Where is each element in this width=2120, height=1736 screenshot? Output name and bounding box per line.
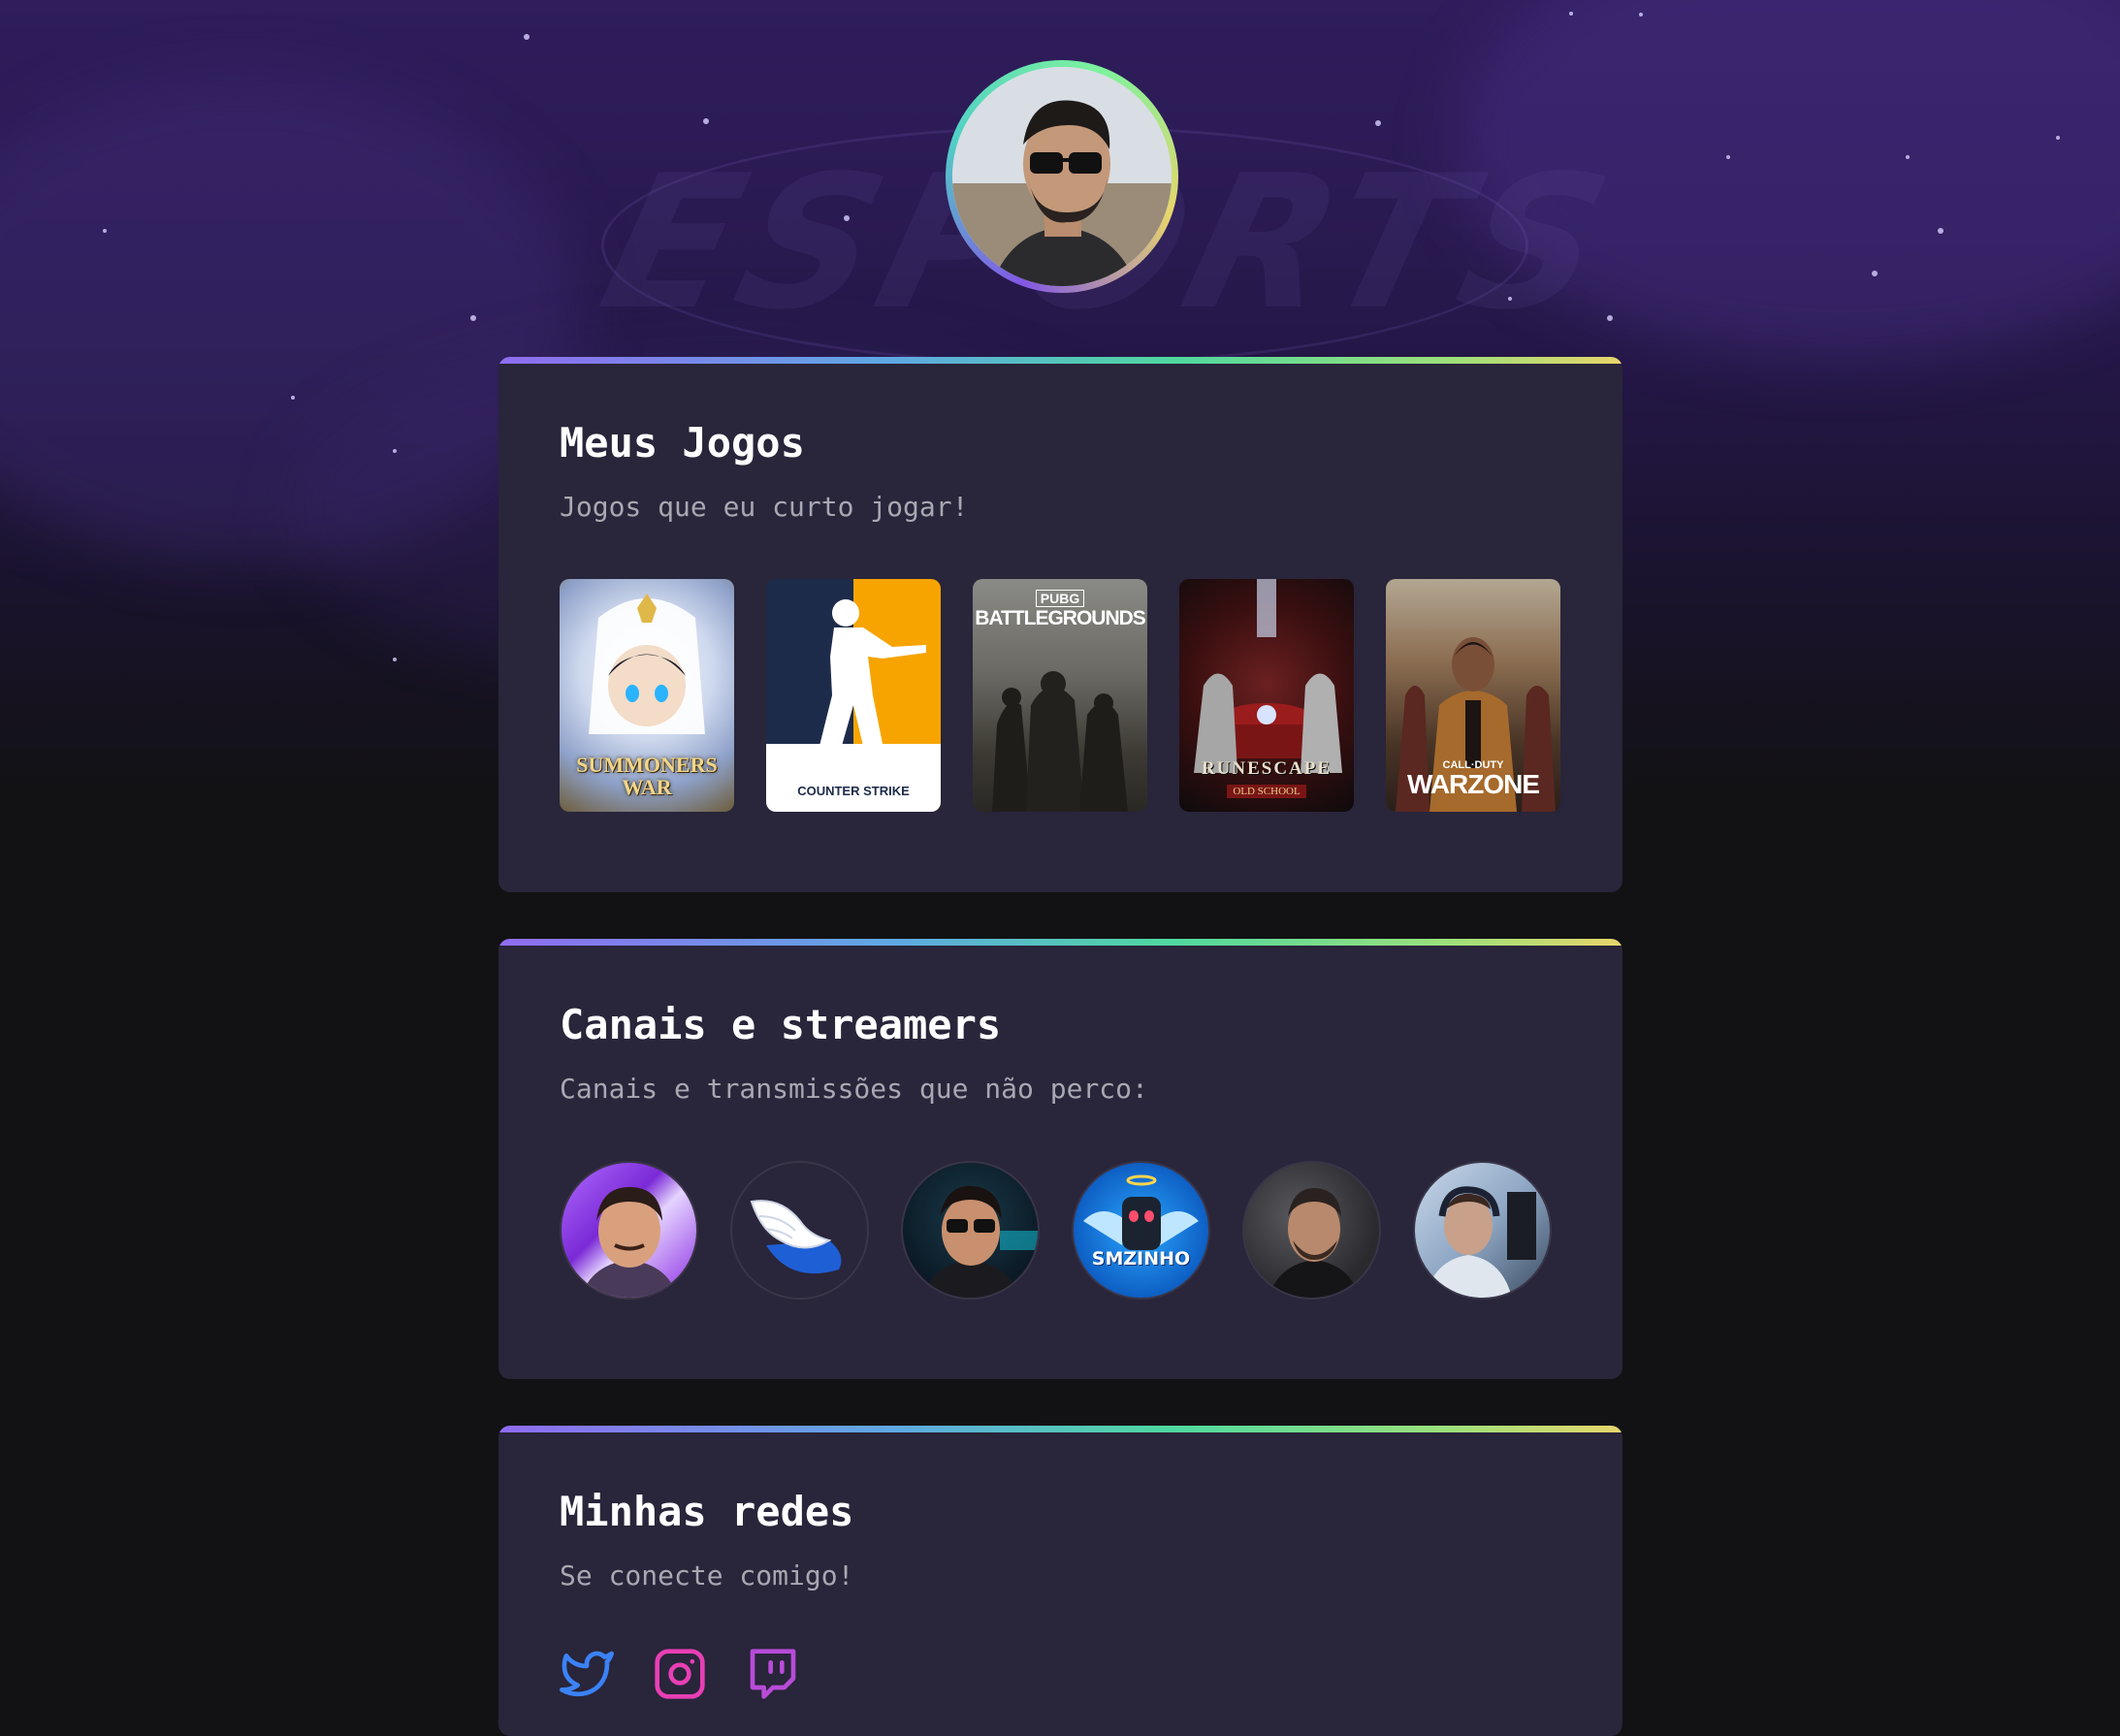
counter-strike-soldier-icon	[819, 599, 926, 746]
instagram-icon	[655, 1649, 705, 1699]
streamer-avatar-1[interactable]	[560, 1161, 698, 1300]
streamer-photo-icon	[1269, 1187, 1359, 1298]
streamer-photo-icon	[922, 1185, 1038, 1298]
twitter-icon	[560, 1651, 614, 1697]
game-label: WARZONE	[1406, 769, 1540, 799]
game-card-summoners-war[interactable]: SUMMONERS WAR	[560, 579, 734, 812]
games-list: SUMMONERS WAR COUNTER STRIKE PUBG BATTLE…	[560, 579, 1560, 812]
social-links	[560, 1647, 800, 1701]
streamer-avatar-5[interactable]	[1242, 1161, 1381, 1300]
games-title: Meus Jogos	[560, 419, 805, 466]
streamers-title: Canais e streamers	[560, 1001, 1002, 1048]
streamer-photo-icon	[581, 1187, 678, 1298]
game-card-counter-strike[interactable]: COUNTER STRIKE	[766, 579, 941, 812]
smzinho-logo-icon	[1083, 1174, 1199, 1250]
twitch-icon	[750, 1649, 796, 1699]
streamers-subtitle: Canais e transmissões que não perco:	[560, 1073, 1148, 1105]
games-card: Meus Jogos Jogos que eu curto jogar! SUM…	[498, 357, 1622, 892]
twitter-link[interactable]	[560, 1647, 614, 1701]
profile-avatar	[952, 67, 1172, 286]
streamer-photo-icon	[1425, 1186, 1536, 1298]
game-label: SUMMONERS WAR	[576, 752, 718, 799]
game-card-warzone[interactable]: CALL·DUTY WARZONE	[1386, 579, 1560, 812]
card-accent-bar	[498, 939, 1622, 946]
instagram-link[interactable]	[653, 1647, 707, 1701]
game-label: COUNTER STRIKE	[797, 784, 910, 799]
streamer-avatar-4[interactable]: SMZINHO	[1072, 1161, 1210, 1300]
social-subtitle: Se conecte comigo!	[560, 1559, 854, 1591]
game-card-pubg[interactable]: PUBG BATTLEGROUNDS	[973, 579, 1147, 812]
game-label: BATTLEGROUNDS	[975, 607, 1146, 629]
game-label: RUNESCAPE	[1201, 758, 1333, 779]
profile-photo-icon	[952, 67, 1172, 286]
game-label-top: PUBG	[1035, 590, 1085, 607]
social-card: Minhas redes Se conecte comigo!	[498, 1426, 1622, 1736]
card-accent-bar	[498, 1426, 1622, 1432]
wing-logo-icon	[750, 1200, 842, 1274]
profile-avatar-ring	[946, 60, 1178, 293]
game-card-runescape[interactable]: RUNESCAPE OLD SCHOOL	[1179, 579, 1354, 812]
streamers-list: SMZINHO	[560, 1161, 1552, 1300]
streamer-avatar-6[interactable]	[1413, 1161, 1552, 1300]
twitch-link[interactable]	[746, 1647, 800, 1701]
streamer-avatar-3[interactable]	[901, 1161, 1040, 1300]
streamer-avatar-2[interactable]	[730, 1161, 869, 1300]
games-subtitle: Jogos que eu curto jogar!	[560, 491, 969, 523]
game-label-sub: OLD SCHOOL	[1227, 785, 1306, 798]
social-title: Minhas redes	[560, 1488, 854, 1535]
streamer-label: SMZINHO	[1091, 1248, 1191, 1270]
card-accent-bar	[498, 357, 1622, 364]
streamers-card: Canais e streamers Canais e transmissões…	[498, 939, 1622, 1379]
